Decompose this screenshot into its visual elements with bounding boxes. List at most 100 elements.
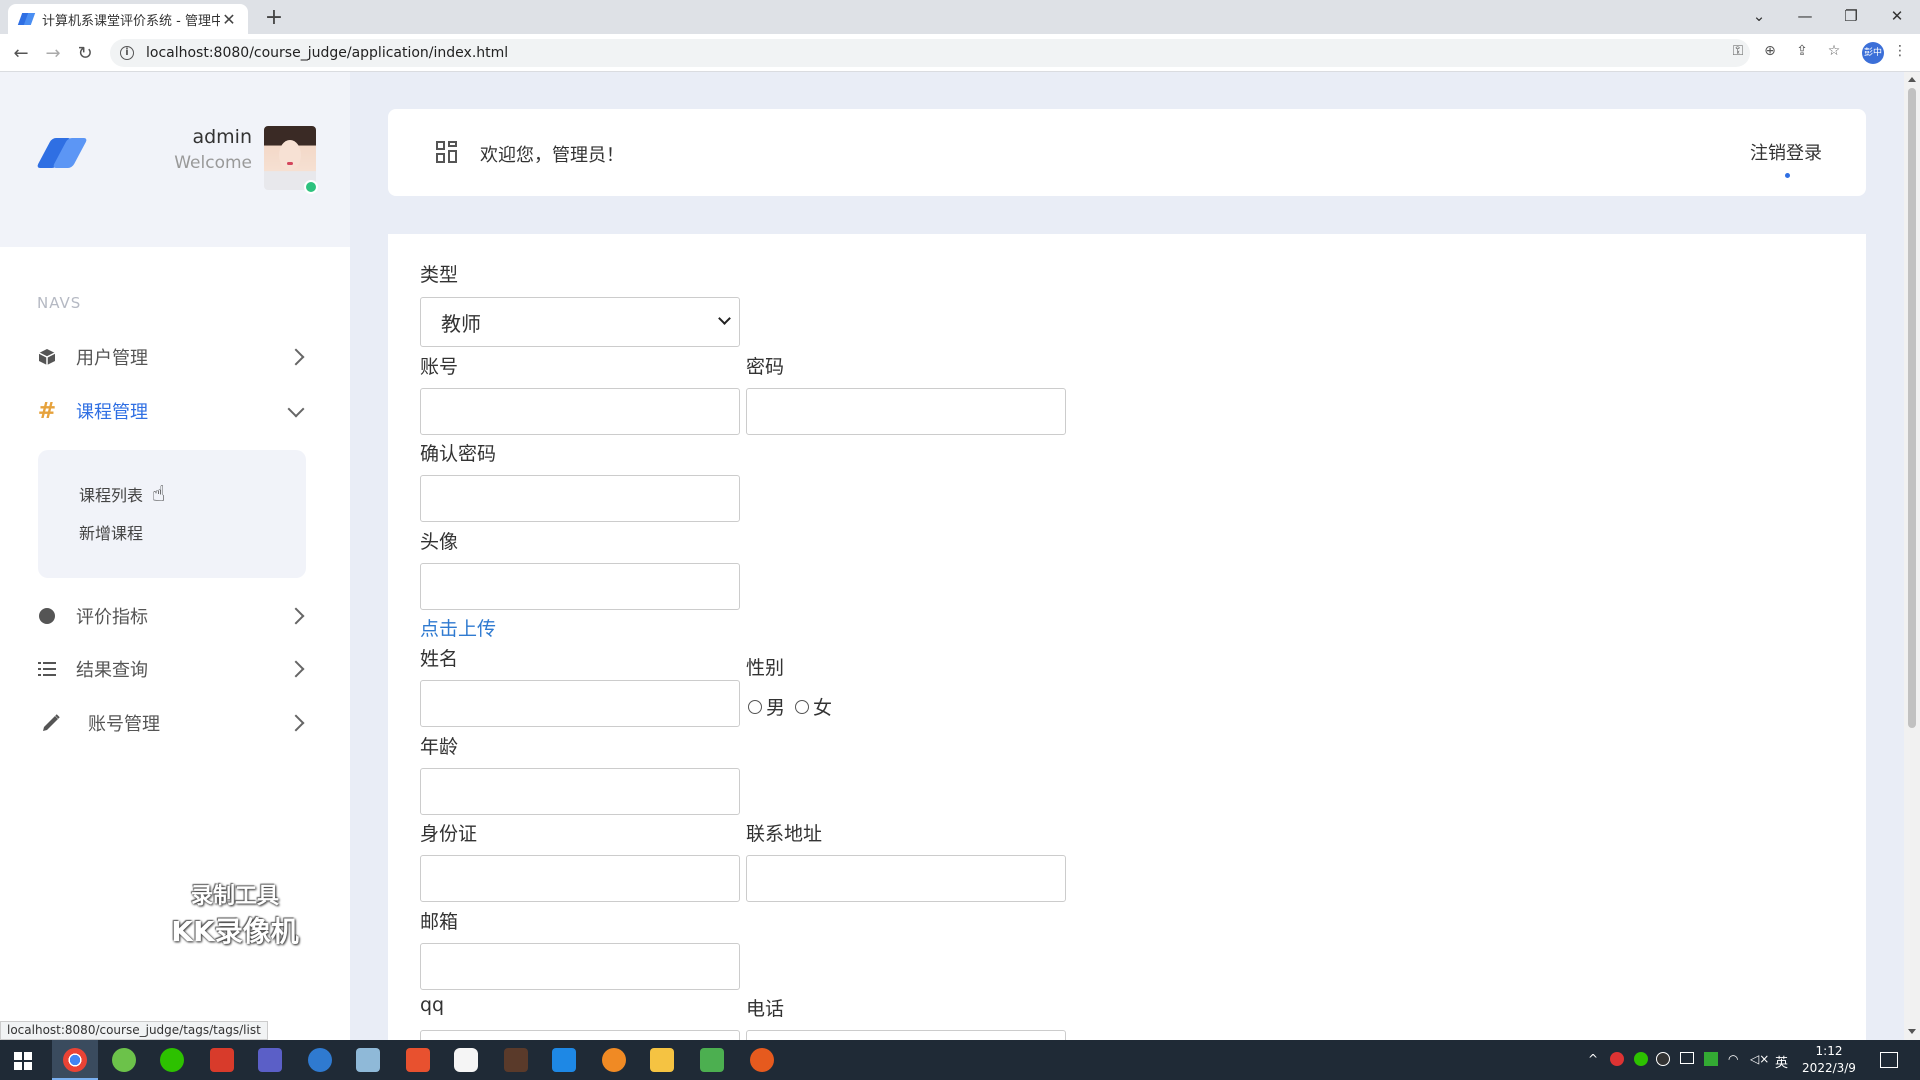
account-input[interactable] [420, 388, 740, 435]
page-scrollbar[interactable] [1904, 72, 1920, 1040]
user-name: admin [192, 126, 252, 148]
sidebar: admin Welcome NAVS 用户管理 # 课程管理 课程列表 新增课程… [0, 72, 350, 1040]
windows-taskbar: ^ ◠ ◁× 英 1:12 2022/3/9 [0, 1040, 1920, 1080]
app-blue-icon[interactable] [552, 1048, 576, 1072]
taskbar-clock[interactable]: 1:12 2022/3/9 [1794, 1043, 1864, 1077]
notification-icon[interactable] [1880, 1052, 1898, 1068]
profile-avatar[interactable]: 彭中 [1862, 42, 1884, 64]
circle-icon [36, 605, 58, 627]
dashboard-grid-icon [436, 141, 458, 163]
confirm-password-label: 确认密码 [420, 443, 497, 465]
sidebar-item-course-management[interactable]: # 课程管理 [0, 391, 350, 431]
sidebar-item-label: 课程管理 [76, 402, 148, 423]
email-input[interactable] [420, 943, 740, 990]
search-app-icon[interactable] [308, 1048, 332, 1072]
back-button[interactable]: ← [8, 41, 34, 67]
user-welcome: Welcome [174, 153, 252, 173]
sidebar-item-user-management[interactable]: 用户管理 [0, 337, 350, 377]
online-status-icon [304, 180, 318, 194]
clock-date: 2022/3/9 [1802, 1061, 1856, 1075]
search-tool-icon[interactable] [602, 1048, 626, 1072]
chevron-right-icon [287, 660, 305, 678]
forward-button[interactable]: → [40, 41, 66, 67]
type-label: 类型 [420, 264, 459, 286]
app-logo[interactable] [36, 132, 88, 174]
scroll-up-icon[interactable] [1908, 77, 1916, 82]
type-select-value: 教师 [441, 311, 481, 336]
zoom-icon[interactable]: ⊕ [1760, 43, 1780, 63]
tray-wechat-icon[interactable] [1634, 1052, 1648, 1066]
tray-expand-icon[interactable]: ^ [1588, 1052, 1598, 1066]
name-label: 姓名 [420, 648, 459, 670]
app-flower-icon[interactable] [454, 1048, 478, 1072]
scrollbar-thumb[interactable] [1908, 88, 1916, 728]
recorder-icon[interactable] [750, 1048, 774, 1072]
editor-icon[interactable] [700, 1048, 724, 1072]
wps-icon[interactable] [210, 1048, 234, 1072]
browser-tab[interactable]: 计算机系课堂评价系统 - 管理中心 ✕ [8, 4, 248, 34]
upload-link[interactable]: 点击上传 [420, 614, 496, 641]
link-status-bubble: localhost:8080/course_judge/tags/tags/li… [0, 1021, 268, 1040]
windows-start-icon[interactable] [14, 1052, 32, 1070]
welcome-header: 欢迎您，管理员！ 注销登录 [388, 109, 1866, 196]
sidebar-item-result-query[interactable]: 结果查询 [0, 649, 350, 689]
add-user-form: 类型 教师 账号 密码 确认密码 头像 点击上传 姓名 性别 男 女 年龄 身份… [388, 234, 1866, 1040]
submenu-item-add-course[interactable]: 新增课程 [79, 520, 143, 544]
tray-green-icon[interactable] [1704, 1052, 1718, 1066]
tray-battery-icon[interactable] [1680, 1052, 1694, 1064]
app-mountain-icon[interactable] [258, 1048, 282, 1072]
logout-link[interactable]: 注销登录 [1750, 139, 1822, 165]
gender-radio-group: 男 女 [746, 693, 832, 720]
tray-app-icon[interactable] [1610, 1052, 1624, 1066]
wechat-icon[interactable] [160, 1048, 184, 1072]
restore-button[interactable]: ❐ [1828, 0, 1874, 34]
tray-qq-icon[interactable] [1656, 1052, 1670, 1066]
app-green-icon[interactable] [112, 1048, 136, 1072]
gender-male-radio[interactable] [748, 699, 762, 714]
tab-search-icon[interactable]: ⌄ [1736, 0, 1782, 34]
confirm-password-input[interactable] [420, 475, 740, 522]
qq-input[interactable] [420, 1030, 740, 1040]
password-input[interactable] [746, 388, 1066, 435]
sidebar-item-label: 结果查询 [76, 660, 148, 681]
wifi-icon[interactable]: ◠ [1728, 1052, 1738, 1066]
app-game-icon[interactable] [504, 1048, 528, 1072]
bookmark-star-icon[interactable]: ☆ [1824, 43, 1844, 63]
menu-kebab-icon[interactable]: ⋮ [1890, 43, 1910, 63]
site-info-icon[interactable]: i [120, 46, 134, 60]
sidebar-item-evaluation-index[interactable]: 评价指标 [0, 596, 350, 636]
phone-input[interactable] [746, 1030, 1066, 1040]
logout-indicator [1785, 173, 1790, 178]
age-input[interactable] [420, 768, 740, 815]
notepad-icon[interactable] [356, 1048, 380, 1072]
pencil-icon [40, 712, 62, 734]
minimize-button[interactable]: — [1782, 0, 1828, 34]
sidebar-item-account-management[interactable]: 账号管理 [0, 703, 350, 743]
url-input[interactable]: i localhost:8080/course_judge/applicatio… [110, 39, 1750, 67]
volume-icon[interactable]: ◁× [1750, 1052, 1769, 1066]
new-tab-button[interactable]: + [260, 4, 288, 32]
gender-female-radio[interactable] [795, 699, 810, 714]
clock-time: 1:12 [1815, 1044, 1843, 1058]
close-window-button[interactable]: ✕ [1874, 0, 1920, 34]
id-card-label: 身份证 [420, 823, 478, 845]
reload-button[interactable]: ↻ [72, 41, 98, 67]
folder-icon[interactable] [650, 1048, 674, 1072]
ime-indicator[interactable]: 英 [1775, 1052, 1788, 1071]
id-card-input[interactable] [420, 855, 740, 902]
tab-close-icon[interactable]: ✕ [220, 10, 238, 29]
box-icon [36, 346, 58, 368]
account-label: 账号 [420, 356, 459, 378]
share-icon[interactable]: ⇪ [1792, 43, 1812, 63]
name-input[interactable] [420, 680, 740, 727]
app-orange-icon[interactable] [406, 1048, 430, 1072]
type-select[interactable]: 教师 [420, 297, 740, 347]
avatar-input[interactable] [420, 563, 740, 610]
phone-label: 电话 [746, 998, 785, 1020]
course-submenu: 课程列表 新增课程 [38, 450, 306, 578]
scroll-down-icon[interactable] [1908, 1029, 1916, 1034]
address-input[interactable] [746, 855, 1066, 902]
chrome-taskbar-slot[interactable] [52, 1040, 98, 1080]
key-icon[interactable]: ⚿ [1728, 43, 1748, 63]
submenu-item-course-list[interactable]: 课程列表 [79, 482, 143, 506]
